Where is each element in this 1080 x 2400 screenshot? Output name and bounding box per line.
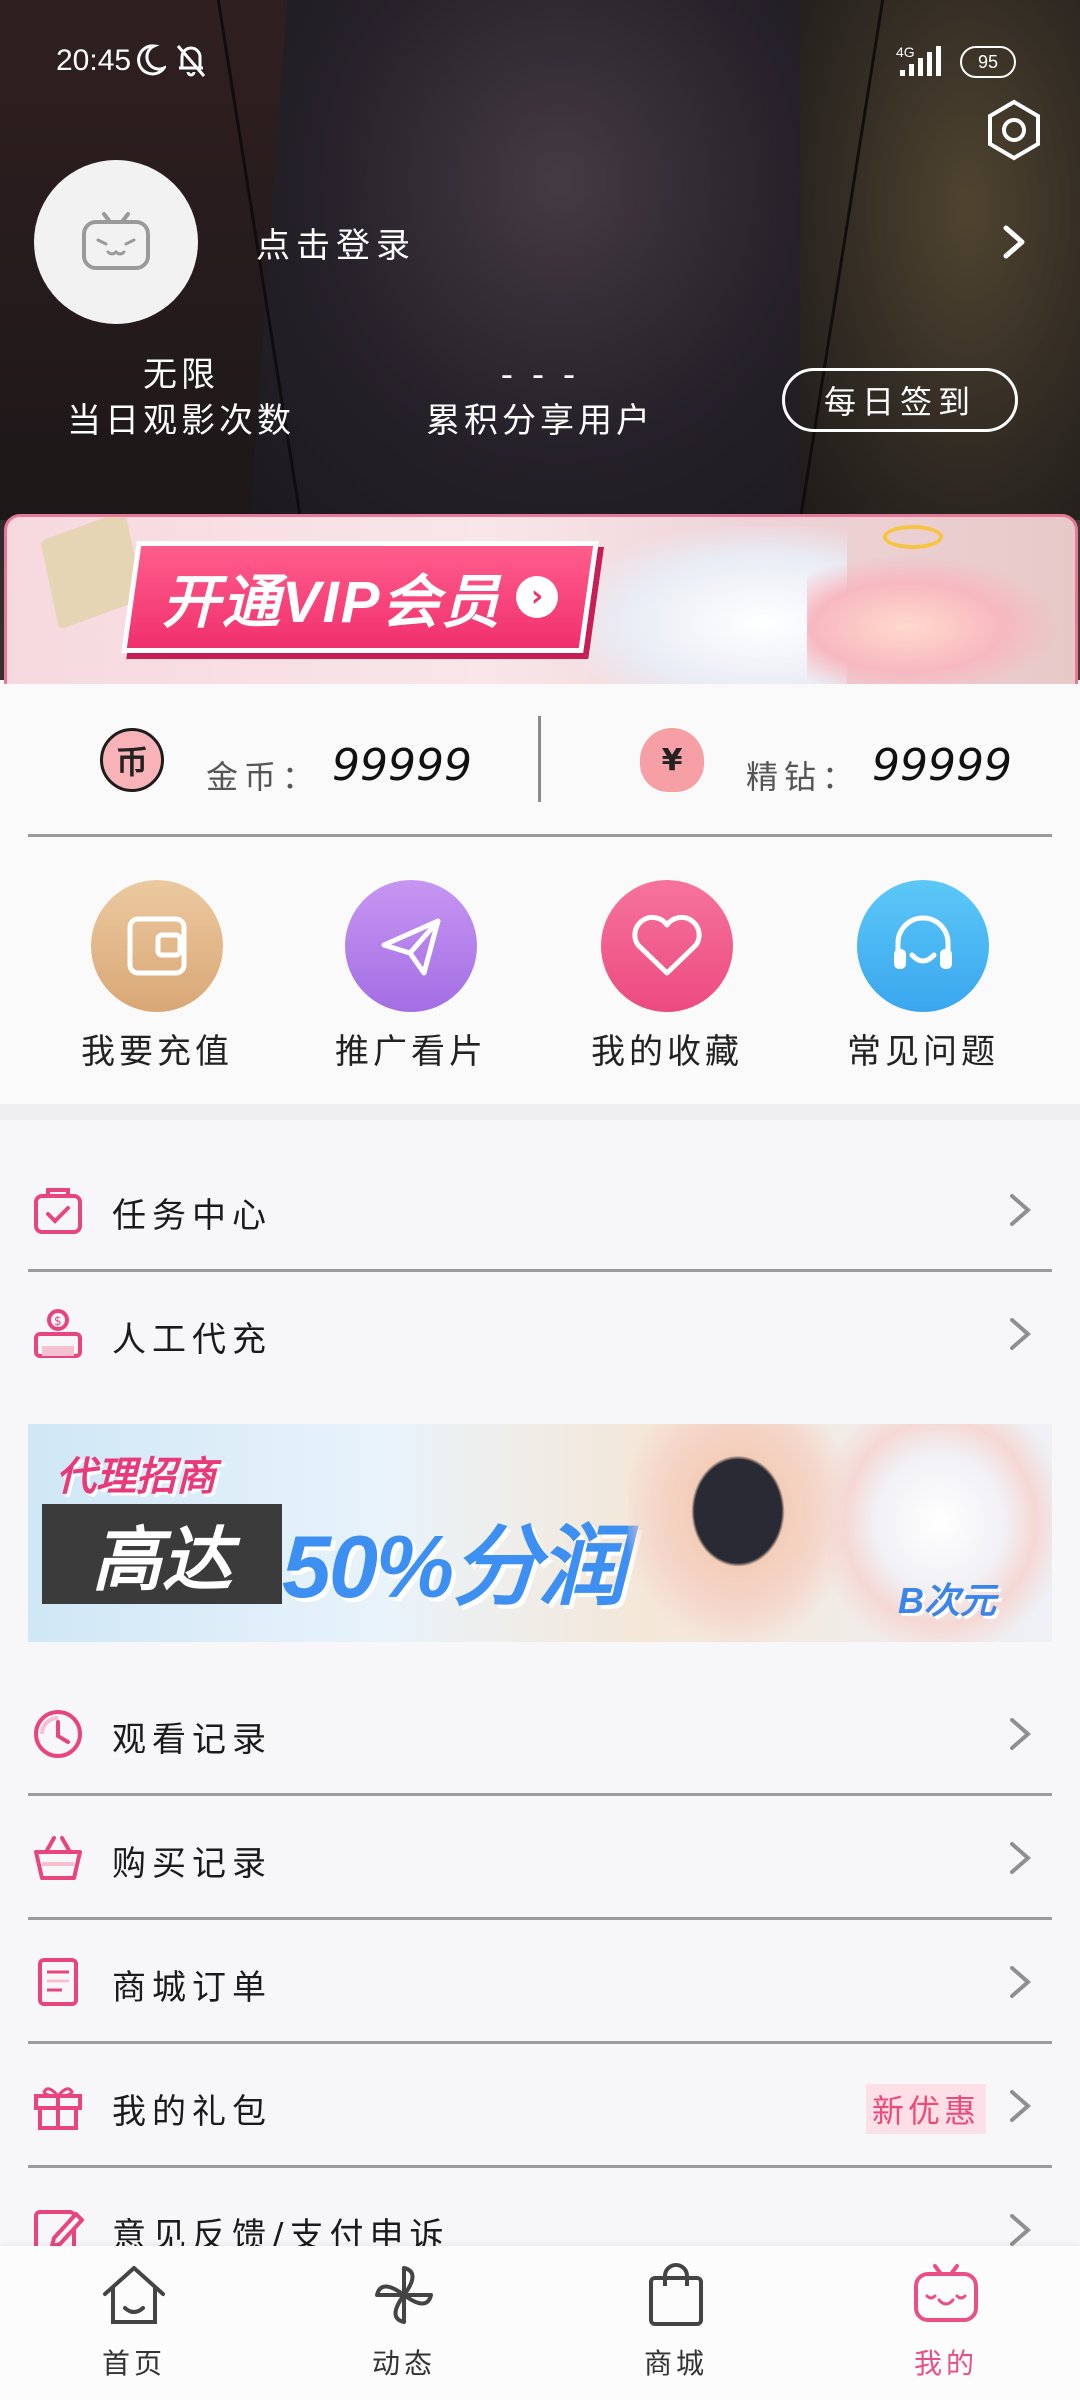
login-link[interactable]: 点击登录 <box>256 218 416 267</box>
agent-banner-brand: B次元 <box>898 1580 996 1621</box>
quick-action-label: 我的收藏 <box>591 1032 743 1072</box>
battery-indicator: 95 <box>960 46 1016 78</box>
new-offer-badge: 新优惠 <box>865 2084 986 2134</box>
paper-plane-icon <box>345 880 477 1012</box>
heart-icon <box>601 880 733 1012</box>
chevron-right-icon <box>1010 2214 1032 2246</box>
nav-tab-label: 商城 <box>643 2347 708 2380</box>
money-bag-icon: ¥ <box>640 728 704 792</box>
shared-users-value: - - - <box>500 355 580 395</box>
menu-item-shop-orders[interactable]: 商城订单 <box>28 1920 1052 2044</box>
svg-text:$: $ <box>54 1314 62 1328</box>
nav-tab-home[interactable]: 首页 <box>54 2260 214 2382</box>
agent-banner-tag: 代理招商 <box>56 1455 216 1499</box>
coins-value: 99999 <box>332 740 472 791</box>
vip-label-text: 开通VIP会员 <box>162 570 502 635</box>
nav-tab-label: 动态 <box>371 2347 436 2380</box>
shared-users-stat: - - - 累积分享用户 <box>410 352 670 444</box>
chevron-right-icon[interactable] <box>998 222 1030 262</box>
shopping-bag-icon <box>649 2263 703 2326</box>
nav-tab-feed[interactable]: 动态 <box>324 2260 484 2382</box>
task-bag-icon <box>34 1188 82 1234</box>
diamonds-value: 99999 <box>872 740 1012 791</box>
agent-banner-headline-b: 50%分润 <box>282 1517 626 1616</box>
avatar[interactable] <box>34 160 198 324</box>
shared-users-label: 累积分享用户 <box>426 401 654 441</box>
halo-decor <box>883 525 943 549</box>
menu-item-manual-recharge[interactable]: $ 人工代充 <box>28 1272 1052 1396</box>
daily-views-value: 无限 <box>143 355 219 395</box>
quick-action-recharge[interactable]: 我要充值 <box>32 880 282 1073</box>
wallet-icon <box>91 880 223 1012</box>
nav-tab-label: 首页 <box>101 2347 166 2380</box>
clock-icon <box>34 1710 82 1758</box>
wallet-separator <box>28 834 1052 837</box>
menu-item-purchase-history[interactable]: 购买记录 <box>28 1796 1052 1920</box>
menu-item-label: 购买记录 <box>112 1844 272 1884</box>
signal-icon <box>900 46 941 76</box>
profile-tv-icon <box>914 2264 978 2322</box>
quick-action-label: 我要充值 <box>81 1032 233 1072</box>
bell-muted-icon <box>176 45 206 77</box>
banner-illustration <box>628 1424 848 1642</box>
status-time: 20:45 <box>56 44 132 77</box>
menu-item-label: 任务中心 <box>112 1196 272 1236</box>
vip-promo-banner[interactable]: 开通VIP会员 › <box>4 514 1078 684</box>
decor-wing <box>567 527 847 684</box>
quick-action-faq[interactable]: 常见问题 <box>798 880 1048 1073</box>
chevron-right-icon <box>1010 1194 1032 1226</box>
agent-banner-headline-a: 高达 <box>42 1504 282 1604</box>
pinwheel-icon <box>375 2266 433 2324</box>
daily-views-stat: 无限 当日观影次数 <box>56 352 306 444</box>
chevron-right-icon <box>1010 1842 1032 1874</box>
home-icon <box>103 2266 165 2324</box>
diamonds-label: 精钻： <box>746 758 861 796</box>
receipt-icon <box>38 1958 78 2006</box>
vip-signup-button[interactable]: 开通VIP会员 › <box>121 541 599 653</box>
gift-icon <box>34 2087 82 2130</box>
wallet-divider <box>538 716 541 802</box>
quick-action-favorites[interactable]: 我的收藏 <box>542 880 792 1073</box>
coins-label: 金币： <box>206 758 321 796</box>
banner-illustration <box>807 557 1057 684</box>
chevron-right-icon <box>1010 1718 1032 1750</box>
menu-item-label: 观看记录 <box>112 1720 272 1760</box>
headset-icon <box>857 880 989 1012</box>
basket-icon <box>34 1836 82 1880</box>
menu-item-label: 我的礼包 <box>112 2092 272 2132</box>
nav-tab-shop[interactable]: 商城 <box>596 2260 756 2382</box>
quick-action-promote[interactable]: 推广看片 <box>286 880 536 1073</box>
menu-item-label: 人工代充 <box>112 1320 272 1360</box>
menu-item-watch-history[interactable]: 观看记录 <box>28 1672 1052 1796</box>
bottom-navigation: 首页 动态 商城 我的 <box>0 2246 1080 2400</box>
quick-action-label: 常见问题 <box>847 1032 999 1072</box>
section-gap <box>0 1104 1080 1120</box>
quick-action-label: 推广看片 <box>335 1032 487 1072</box>
chevron-right-icon <box>1010 2090 1032 2122</box>
chevron-right-icon <box>1010 1318 1032 1350</box>
cashier-icon: $ <box>34 1309 82 1358</box>
moon-icon <box>137 44 166 76</box>
daily-checkin-button[interactable]: 每日签到 <box>782 368 1018 432</box>
nav-tab-label: 我的 <box>913 2347 978 2380</box>
daily-views-label: 当日观影次数 <box>67 401 295 441</box>
nav-tab-profile[interactable]: 我的 <box>866 2260 1026 2382</box>
chevron-right-icon <box>1010 1966 1032 1998</box>
tv-mascot-icon <box>82 212 150 270</box>
coin-icon: 币 <box>100 728 164 792</box>
agent-recruit-banner[interactable]: 代理招商 高达 50%分润 B次元 <box>28 1424 1052 1642</box>
settings-gear-icon[interactable] <box>982 98 1046 162</box>
status-bar: 20:45 4G 95 <box>0 0 1080 120</box>
menu-item-label: 商城订单 <box>112 1968 272 2008</box>
menu-item-task-center[interactable]: 任务中心 <box>28 1148 1052 1272</box>
menu-item-my-gifts[interactable]: 我的礼包 新优惠 <box>28 2044 1052 2168</box>
arrow-circle-icon: › <box>515 576 558 618</box>
